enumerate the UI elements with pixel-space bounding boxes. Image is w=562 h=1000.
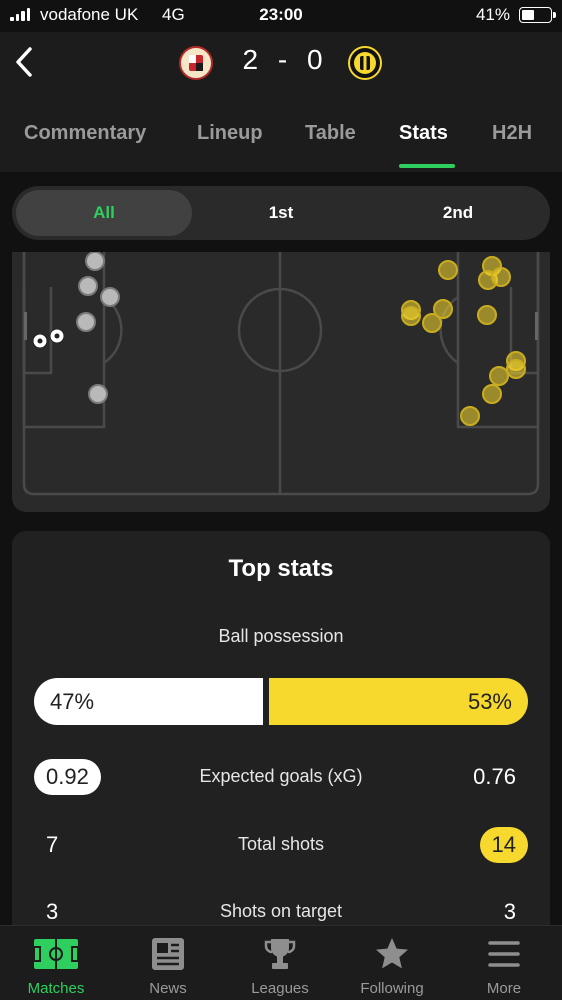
tab-commentary[interactable]: Commentary xyxy=(24,122,146,145)
stats-title: Top stats xyxy=(228,555,334,582)
active-tab-indicator xyxy=(399,164,455,168)
shot-map xyxy=(12,252,550,512)
away-shot xyxy=(482,384,502,404)
possession-away-bar: 53% xyxy=(269,678,528,725)
away-shot xyxy=(460,406,480,426)
nav-matches-label: Matches xyxy=(27,980,85,997)
score-separator: - xyxy=(277,44,289,75)
pitch-icon xyxy=(0,936,112,972)
period-first-half-button[interactable]: 1st xyxy=(192,190,370,236)
match-header: 2 - 0 Commentary Lineup Table Stats H2H xyxy=(0,32,562,172)
tab-h2h[interactable]: H2H xyxy=(492,122,532,145)
menu-icon xyxy=(448,936,560,972)
away-shot xyxy=(491,267,511,287)
period-second-half-button[interactable]: 2nd xyxy=(370,190,546,236)
period-selector: All 1st 2nd xyxy=(12,186,550,240)
score: 2 - 0 xyxy=(228,44,338,76)
top-stats-card: Top stats Ball possession 47% 53% 0.92 E… xyxy=(12,531,550,951)
ball-icon xyxy=(32,333,48,349)
tab-table[interactable]: Table xyxy=(305,122,356,145)
battery-icon xyxy=(519,7,556,23)
nav-news-label: News xyxy=(149,980,187,997)
away-shot xyxy=(438,260,458,280)
away-shot-markers xyxy=(401,256,526,426)
bottom-navigation: Matches News Leagues Following More xyxy=(0,925,562,1000)
newspaper-icon xyxy=(112,936,224,972)
possession-home-bar: 47% xyxy=(34,678,263,725)
match-tabs: Commentary Lineup Table Stats H2H xyxy=(0,114,562,170)
home-shot-markers xyxy=(76,252,120,404)
home-shot xyxy=(88,384,108,404)
battery-percent: 41% xyxy=(475,5,510,24)
away-shot xyxy=(477,305,497,325)
shots-on-target-label: Shots on target xyxy=(219,901,343,921)
nav-matches[interactable]: Matches xyxy=(0,926,112,1000)
possession-label: Ball possession xyxy=(218,626,344,646)
total-shots-label: Total shots xyxy=(237,834,325,854)
xg-away-value: 0.76 xyxy=(473,764,516,789)
nav-more[interactable]: More xyxy=(448,926,560,1000)
star-icon xyxy=(336,936,448,972)
away-shot xyxy=(489,366,509,386)
nav-leagues-label: Leagues xyxy=(251,980,309,997)
away-shot xyxy=(401,306,421,326)
tab-lineup[interactable]: Lineup xyxy=(197,122,263,145)
home-shot xyxy=(76,312,96,332)
stat-row-xg: 0.92 Expected goals (xG) 0.76 xyxy=(12,757,550,797)
total-shots-away-value: 14 xyxy=(479,827,528,863)
home-goal-markers xyxy=(32,328,65,349)
away-shot xyxy=(506,359,526,379)
period-all-button[interactable]: All xyxy=(16,190,192,236)
back-button[interactable] xyxy=(10,44,40,80)
home-score: 2 xyxy=(242,44,260,75)
nav-news[interactable]: News xyxy=(112,926,224,1000)
chevron-left-icon xyxy=(16,47,32,77)
home-team-crest[interactable] xyxy=(179,46,213,80)
away-score: 0 xyxy=(306,44,324,75)
nav-following[interactable]: Following xyxy=(336,926,448,1000)
home-shot xyxy=(78,276,98,296)
nav-following-label: Following xyxy=(360,980,424,997)
tab-stats[interactable]: Stats xyxy=(399,122,448,145)
status-bar: vodafone UK 4G 23:00 41% xyxy=(0,0,562,32)
away-team-crest[interactable] xyxy=(348,46,382,80)
nav-leagues[interactable]: Leagues xyxy=(224,926,336,1000)
trophy-icon xyxy=(224,936,336,972)
home-shot xyxy=(85,252,105,271)
nav-more-label: More xyxy=(486,980,522,997)
pitch-diagram xyxy=(22,252,540,496)
away-shot xyxy=(422,313,442,333)
ball-icon xyxy=(49,328,65,344)
stat-row-total-shots: 7 Total shots 14 xyxy=(12,825,550,865)
home-shot xyxy=(100,287,120,307)
